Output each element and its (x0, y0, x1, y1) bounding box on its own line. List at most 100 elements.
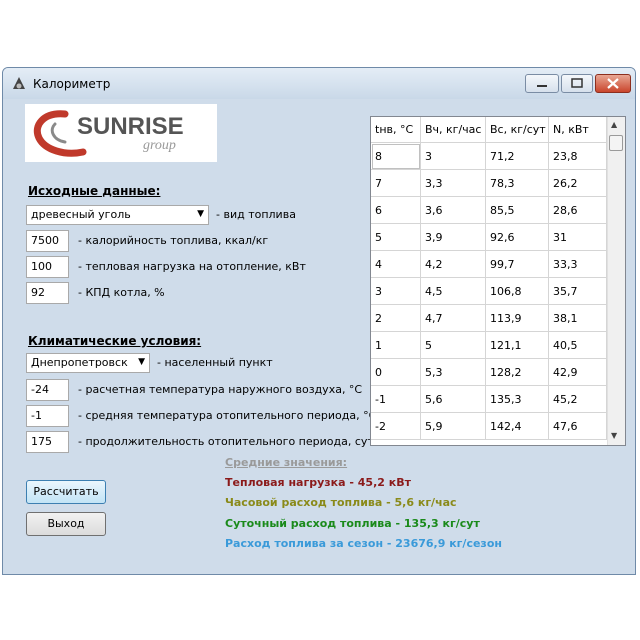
cell-temp[interactable]: 8 (371, 143, 421, 170)
avg-temp-label: - средняя температура отопительного пери… (78, 409, 377, 422)
chevron-down-icon: ▼ (197, 209, 204, 219)
duration-label: - продолжительность отопительного период… (78, 435, 374, 448)
cell-power[interactable]: 26,2 (549, 170, 607, 197)
climate-heading: Климатические условия: (28, 334, 202, 348)
cell-daily[interactable]: 142,4 (486, 413, 549, 440)
cell-temp[interactable]: 6 (371, 197, 421, 224)
efficiency-input[interactable]: 92 (26, 282, 69, 304)
avg-temp-input[interactable]: -1 (26, 405, 69, 427)
fuel-type-label: - вид топлива (216, 208, 296, 221)
cell-power[interactable]: 33,3 (549, 251, 607, 278)
cell-hourly[interactable]: 5,6 (421, 386, 486, 413)
cell-power[interactable]: 42,9 (549, 359, 607, 386)
close-button[interactable] (595, 74, 631, 93)
table-row[interactable]: 5 3,9 92,6 31 (371, 224, 607, 251)
cell-daily[interactable]: 92,6 (486, 224, 549, 251)
calorific-value-input[interactable]: 7500 (26, 230, 69, 252)
table-row[interactable]: 8 3 71,2 23,8 (371, 143, 607, 170)
chevron-down-icon: ▼ (138, 357, 145, 367)
table-row[interactable]: 7 3,3 78,3 26,2 (371, 170, 607, 197)
cell-hourly[interactable]: 4,7 (421, 305, 486, 332)
vertical-scrollbar[interactable]: ▲ ▼ (607, 117, 625, 445)
exit-button[interactable]: Выход (26, 512, 106, 536)
cell-daily[interactable]: 99,7 (486, 251, 549, 278)
cell-daily[interactable]: 106,8 (486, 278, 549, 305)
cell-hourly[interactable]: 4,5 (421, 278, 486, 305)
cell-temp[interactable]: -2 (371, 413, 421, 440)
table-row[interactable]: -2 5,9 142,4 47,6 (371, 413, 607, 440)
table-row[interactable]: 6 3,6 85,5 28,6 (371, 197, 607, 224)
table-row[interactable]: -1 5,6 135,3 45,2 (371, 386, 607, 413)
cell-hourly[interactable]: 3 (421, 143, 486, 170)
fuel-type-combobox[interactable]: древесный уголь ▼ (26, 205, 209, 225)
cell-power[interactable]: 28,6 (549, 197, 607, 224)
cell-hourly[interactable]: 4,2 (421, 251, 486, 278)
cell-power[interactable]: 45,2 (549, 386, 607, 413)
cell-daily[interactable]: 121,1 (486, 332, 549, 359)
cell-power[interactable]: 35,7 (549, 278, 607, 305)
column-header-daily[interactable]: Вс, кг/сут (486, 117, 549, 143)
avg-heat-load: Тепловая нагрузка - 45,2 кВт (225, 476, 411, 489)
cell-temp[interactable]: 4 (371, 251, 421, 278)
cell-temp[interactable]: 2 (371, 305, 421, 332)
cell-hourly[interactable]: 5 (421, 332, 486, 359)
source-data-heading: Исходные данные: (28, 184, 161, 198)
cell-temp[interactable]: 7 (371, 170, 421, 197)
efficiency-label: - КПД котла, % (78, 286, 165, 299)
logo-swoosh-icon: SUNRISE group (33, 110, 184, 157)
calorific-value-label: - калорийность топлива, ккал/кг (78, 234, 269, 247)
fuel-type-value: древесный уголь (31, 208, 131, 221)
cell-power[interactable]: 23,8 (549, 143, 607, 170)
cell-daily[interactable]: 85,5 (486, 197, 549, 224)
cell-power[interactable]: 31 (549, 224, 607, 251)
column-header-temp[interactable]: tнв, °С (371, 117, 421, 143)
table-row[interactable]: 1 5 121,1 40,5 (371, 332, 607, 359)
heat-load-input[interactable]: 100 (26, 256, 69, 278)
maximize-button[interactable] (561, 74, 593, 93)
minimize-icon (537, 85, 547, 87)
column-header-power[interactable]: N, кВт (549, 117, 607, 143)
svg-text:SUNRISE: SUNRISE (77, 113, 184, 140)
scroll-up-icon[interactable]: ▲ (611, 120, 617, 129)
cell-temp[interactable]: -1 (371, 386, 421, 413)
app-icon (13, 77, 25, 89)
table-row[interactable]: 0 5,3 128,2 42,9 (371, 359, 607, 386)
cell-power[interactable]: 40,5 (549, 332, 607, 359)
column-header-hourly[interactable]: Вч, кг/час (421, 117, 486, 143)
design-temp-label: - расчетная температура наружного воздух… (78, 383, 363, 396)
cell-daily[interactable]: 128,2 (486, 359, 549, 386)
cell-temp[interactable]: 5 (371, 224, 421, 251)
avg-daily-consumption: Суточный расход топлива - 135,3 кг/сут (225, 517, 480, 530)
cell-daily[interactable]: 71,2 (486, 143, 549, 170)
table-row[interactable]: 3 4,5 106,8 35,7 (371, 278, 607, 305)
table-row[interactable]: 4 4,2 99,7 33,3 (371, 251, 607, 278)
cell-power[interactable]: 38,1 (549, 305, 607, 332)
cell-daily[interactable]: 113,9 (486, 305, 549, 332)
cell-hourly[interactable]: 3,3 (421, 170, 486, 197)
title-bar[interactable]: Калориметр (3, 68, 635, 99)
cell-temp[interactable]: 1 (371, 332, 421, 359)
cell-power[interactable]: 47,6 (549, 413, 607, 440)
scroll-down-icon[interactable]: ▼ (611, 431, 617, 440)
calculate-button[interactable]: Рассчитать (26, 480, 106, 504)
city-value: Днепропетровск (31, 356, 128, 369)
design-temp-input[interactable]: -24 (26, 379, 69, 401)
city-combobox[interactable]: Днепропетровск ▼ (26, 353, 150, 373)
minimize-button[interactable] (525, 74, 559, 93)
cell-temp[interactable]: 0 (371, 359, 421, 386)
averages-heading: Средние значения: (225, 456, 348, 469)
cell-hourly[interactable]: 5,9 (421, 413, 486, 440)
heat-load-label: - тепловая нагрузка на отопление, кВт (78, 260, 306, 273)
cell-hourly[interactable]: 3,6 (421, 197, 486, 224)
cell-daily[interactable]: 135,3 (486, 386, 549, 413)
city-label: - населенный пункт (157, 356, 273, 369)
table-row[interactable]: 2 4,7 113,9 38,1 (371, 305, 607, 332)
sunrise-logo: SUNRISE group (25, 104, 217, 162)
cell-temp[interactable]: 3 (371, 278, 421, 305)
duration-input[interactable]: 175 (26, 431, 69, 453)
cell-daily[interactable]: 78,3 (486, 170, 549, 197)
scrollbar-thumb[interactable] (609, 135, 623, 151)
cell-hourly[interactable]: 5,3 (421, 359, 486, 386)
cell-hourly[interactable]: 3,9 (421, 224, 486, 251)
results-table[interactable]: tнв, °С Вч, кг/час Вс, кг/сут N, кВт 837… (370, 116, 626, 446)
